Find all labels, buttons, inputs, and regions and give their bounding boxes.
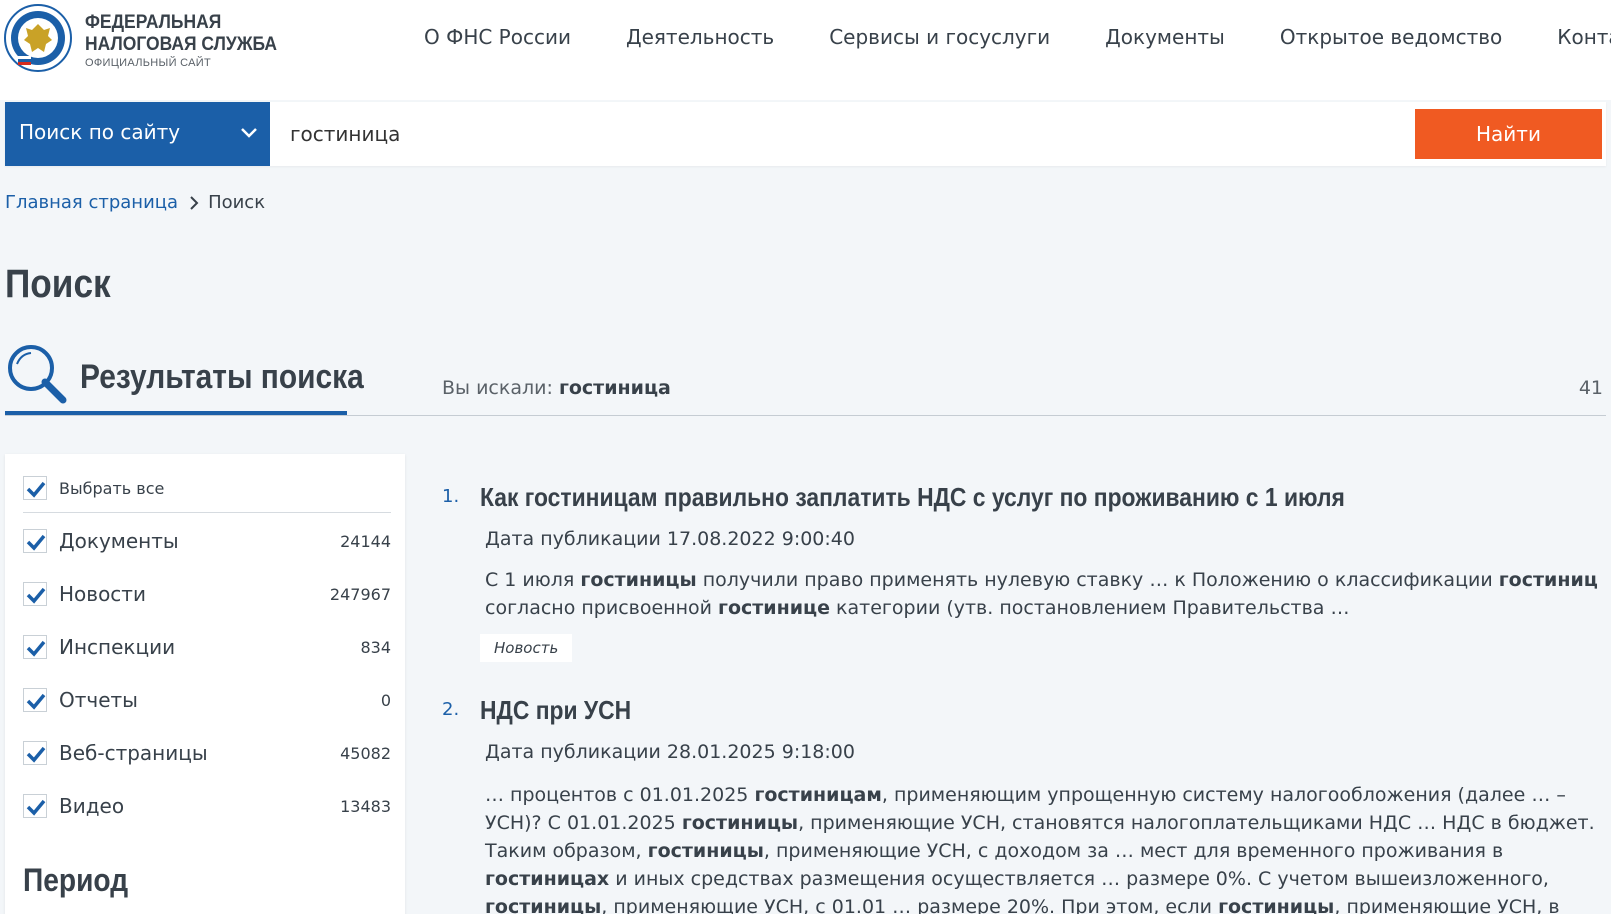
- nav-open-agency[interactable]: Открытое ведомство: [1280, 22, 1502, 52]
- query-highlight: гостиницы: [485, 896, 602, 914]
- filter-panel: Выбрать все Документы 24144 Новости 2479…: [5, 454, 405, 914]
- query-highlight: гостиницы: [647, 840, 764, 862]
- checkmark-icon: [26, 693, 46, 710]
- period-heading: Период: [23, 862, 129, 898]
- query-highlight: гостиницах: [485, 868, 610, 890]
- logo-subtitle: ОФИЦИАЛЬНЫЙ САЙТ: [85, 57, 211, 69]
- site-logo-text[interactable]: ФЕДЕРАЛЬНАЯ НАЛОГОВАЯ СЛУЖБА ОФИЦИАЛЬНЫЙ…: [85, 12, 294, 71]
- search-scope-dropdown[interactable]: Поиск по сайту: [5, 102, 270, 166]
- breadcrumb-current: Поиск: [208, 192, 266, 213]
- select-all-checkbox[interactable]: [23, 476, 47, 500]
- search-scope-label: Поиск по сайту: [19, 120, 181, 144]
- breadcrumb: Главная страница Поиск: [5, 192, 265, 213]
- filter-inspections[interactable]: Инспекции 834: [23, 633, 391, 661]
- filter-reports[interactable]: Отчеты 0: [23, 686, 391, 714]
- checkmark-icon: [26, 587, 46, 604]
- filter-label: Новости: [59, 582, 146, 606]
- logo-line-1: ФЕДЕРАЛЬНАЯ: [85, 12, 222, 33]
- filter-count: 247967: [329, 584, 391, 604]
- filter-count: 45082: [340, 743, 391, 763]
- nav-about[interactable]: О ФНС России: [424, 22, 571, 52]
- site-header: ФЕДЕРАЛЬНАЯ НАЛОГОВАЯ СЛУЖБА ОФИЦИАЛЬНЫЙ…: [0, 0, 1611, 100]
- chevron-right-icon: [190, 195, 199, 210]
- filter-label: Видео: [59, 794, 125, 818]
- checkmark-icon: [26, 799, 46, 816]
- chevron-down-icon: [241, 128, 257, 138]
- filter-count: 0: [380, 690, 391, 710]
- result-snippet: С 1 июля гостиницы получили право примен…: [485, 569, 1598, 619]
- checkmark-icon: [26, 640, 46, 657]
- checkmark-icon: [26, 746, 46, 763]
- query-value: гостиница: [558, 377, 671, 399]
- filter-web-pages[interactable]: Веб-страницы 45082: [23, 739, 391, 767]
- query-highlight: гостинице: [718, 597, 831, 619]
- news-checkbox[interactable]: [23, 582, 47, 606]
- result-number: 1.: [442, 486, 460, 507]
- documents-checkbox[interactable]: [23, 529, 47, 553]
- fns-emblem-icon[interactable]: [4, 4, 72, 72]
- filter-label: Веб-страницы: [59, 741, 208, 765]
- filter-label: Отчеты: [59, 688, 138, 712]
- checkmark-icon: [26, 534, 46, 551]
- filter-select-all[interactable]: Выбрать все: [23, 474, 391, 502]
- reports-checkbox[interactable]: [23, 688, 47, 712]
- filter-label: Документы: [59, 529, 179, 553]
- searched-query: Вы искали: гостиница: [442, 377, 671, 399]
- query-highlight: гостиниц: [1498, 569, 1598, 591]
- search-button[interactable]: Найти: [1415, 109, 1602, 159]
- result-snippet: … процентов с 01.01.2025 гостиницам, при…: [485, 781, 1605, 914]
- results-divider: [5, 415, 1606, 416]
- breadcrumb-home[interactable]: Главная страница: [5, 192, 178, 213]
- filter-label: Инспекции: [59, 635, 176, 659]
- nav-activity[interactable]: Деятельность: [626, 22, 774, 52]
- search-input[interactable]: [290, 116, 1390, 152]
- result-date: Дата публикации 28.01.2025 9:18:00: [485, 741, 855, 763]
- filter-documents[interactable]: Документы 24144: [23, 527, 391, 555]
- results-heading: Результаты поиска: [80, 358, 364, 396]
- checkmark-icon: [26, 481, 46, 498]
- result-number: 2.: [442, 699, 460, 720]
- nav-documents[interactable]: Документы: [1105, 22, 1225, 52]
- filter-divider: [23, 512, 391, 513]
- page-title: Поиск: [5, 262, 111, 306]
- result-type-tag[interactable]: Новость: [480, 634, 573, 662]
- nav-contacts[interactable]: Контакты: [1557, 22, 1611, 52]
- filter-count: 13483: [340, 796, 391, 816]
- nav-services[interactable]: Сервисы и госуслуги: [829, 22, 1050, 52]
- filter-news[interactable]: Новости 247967: [23, 580, 391, 608]
- inspections-checkbox[interactable]: [23, 635, 47, 659]
- result-date: Дата публикации 17.08.2022 9:00:40: [485, 528, 855, 550]
- search-bar: Поиск по сайту Найти: [5, 102, 1606, 166]
- logo-line-2: НАЛОГОВАЯ СЛУЖБА: [85, 34, 278, 55]
- query-highlight: гостиницам: [754, 784, 882, 806]
- magnifier-icon: [8, 345, 67, 404]
- filter-video[interactable]: Видео 13483: [23, 792, 391, 820]
- web-pages-checkbox[interactable]: [23, 741, 47, 765]
- filter-count: 24144: [340, 531, 391, 551]
- query-prefix: Вы искали:: [442, 377, 553, 399]
- result-title-link[interactable]: НДС при УСН: [480, 695, 631, 726]
- results-total-count: 41: [1578, 377, 1603, 399]
- main-navigation: О ФНС России Деятельность Сервисы и госу…: [424, 22, 1611, 52]
- result-title-link[interactable]: Как гостиницам правильно заплатить НДС с…: [480, 482, 1345, 513]
- query-highlight: гостиницы: [580, 569, 697, 591]
- filter-count: 834: [360, 637, 391, 657]
- select-all-label: Выбрать все: [59, 478, 165, 498]
- query-highlight: гостиницы: [681, 812, 799, 834]
- query-highlight: гостиницы: [1218, 896, 1335, 914]
- video-checkbox[interactable]: [23, 794, 47, 818]
